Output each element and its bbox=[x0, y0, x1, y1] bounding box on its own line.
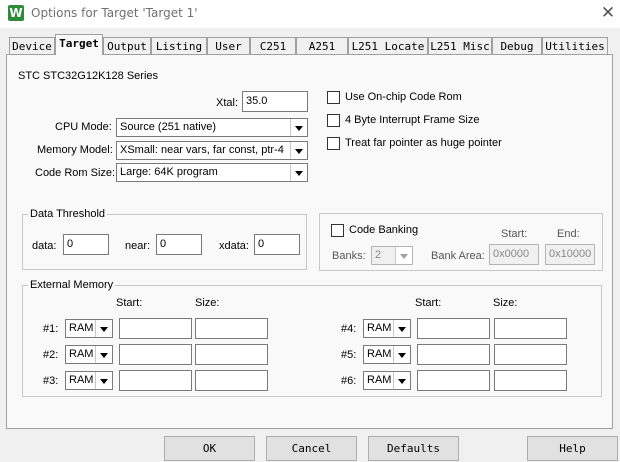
code-rom-value: Large: 64K program bbox=[120, 166, 218, 178]
code-banking-label: Code Banking bbox=[349, 224, 419, 236]
code-rom-select[interactable]: Large: 64K program bbox=[116, 163, 308, 182]
use-onchip-rom-label: Use On-chip Code Rom bbox=[345, 91, 462, 103]
ext-type-value: RAM bbox=[367, 374, 392, 386]
code-banking-checkbox[interactable] bbox=[331, 224, 344, 237]
memory-model-label: Memory Model: bbox=[37, 144, 113, 156]
ext-start-input[interactable] bbox=[119, 318, 192, 339]
chevron-down-icon[interactable] bbox=[393, 320, 410, 337]
chevron-down-icon[interactable] bbox=[290, 164, 307, 181]
code-rom-label: Code Rom Size: bbox=[35, 167, 116, 179]
ext-start-input[interactable] bbox=[417, 318, 490, 339]
tab-c251[interactable]: C251 bbox=[250, 37, 296, 54]
near-label: near: bbox=[125, 240, 151, 252]
tab-user[interactable]: User bbox=[207, 37, 250, 54]
ext-type-value: RAM bbox=[367, 322, 392, 334]
bank-area-label: Bank Area: bbox=[431, 250, 485, 262]
ext-size-header-left: Size: bbox=[195, 297, 220, 309]
chevron-down-icon[interactable] bbox=[393, 346, 410, 363]
ext-start-input[interactable] bbox=[417, 344, 490, 365]
cpu-mode-select[interactable]: Source (251 native) bbox=[116, 118, 308, 137]
data-threshold-title: Data Threshold bbox=[28, 208, 108, 220]
ext-start-input[interactable] bbox=[417, 370, 490, 391]
app-icon: W bbox=[8, 5, 24, 21]
ext-type-value: RAM bbox=[69, 348, 94, 360]
far-pointer-label: Treat far pointer as huge pointer bbox=[345, 137, 502, 149]
ext-type-select[interactable]: RAM bbox=[65, 319, 113, 338]
device-series: STC STC32G12K128 Series bbox=[18, 70, 159, 82]
external-memory-title: External Memory bbox=[28, 279, 116, 291]
tab-a251[interactable]: A251 bbox=[296, 37, 348, 54]
ext-row-label: #3: bbox=[43, 375, 59, 387]
ext-row-label: #1: bbox=[43, 323, 59, 335]
ext-size-input[interactable] bbox=[494, 370, 567, 391]
tab-l251-misc[interactable]: L251 Misc bbox=[428, 37, 492, 54]
bank-end-label: End: bbox=[557, 228, 580, 240]
ext-type-select[interactable]: RAM bbox=[363, 345, 411, 364]
defaults-button[interactable]: Defaults bbox=[368, 436, 459, 461]
ext-size-header-right: Size: bbox=[493, 297, 518, 309]
memory-model-select[interactable]: XSmall: near vars, far const, ptr-4 bbox=[116, 141, 308, 160]
ext-type-select[interactable]: RAM bbox=[363, 371, 411, 390]
ext-type-select[interactable]: RAM bbox=[363, 319, 411, 338]
xdata-input[interactable]: 0 bbox=[254, 234, 300, 255]
xdata-label: xdata: bbox=[219, 240, 249, 252]
xtal-input[interactable]: 35.0 bbox=[242, 91, 308, 112]
memory-model-value: XSmall: near vars, far const, ptr-4 bbox=[120, 144, 284, 156]
four-byte-irq-label: 4 Byte Interrupt Frame Size bbox=[345, 114, 480, 126]
data-input[interactable]: 0 bbox=[63, 234, 109, 255]
use-onchip-rom-checkbox[interactable] bbox=[327, 91, 340, 104]
far-pointer-checkbox[interactable] bbox=[327, 137, 340, 150]
close-icon[interactable]: ✕ bbox=[598, 2, 618, 24]
ext-type-value: RAM bbox=[69, 322, 94, 334]
cpu-mode-label: CPU Mode: bbox=[55, 121, 112, 133]
xtal-label: Xtal: bbox=[216, 97, 239, 109]
help-button[interactable]: Help bbox=[527, 436, 618, 461]
ext-start-header-right: Start: bbox=[415, 297, 442, 309]
ext-size-input[interactable] bbox=[195, 344, 268, 365]
bank-start-input[interactable]: 0x0000 bbox=[489, 244, 539, 265]
ext-type-value: RAM bbox=[69, 374, 94, 386]
ext-type-value: RAM bbox=[367, 348, 392, 360]
ext-row-label: #6: bbox=[341, 375, 357, 387]
ext-size-input[interactable] bbox=[494, 318, 567, 339]
near-input[interactable]: 0 bbox=[156, 234, 202, 255]
bank-start-label: Start: bbox=[501, 228, 528, 240]
ext-size-input[interactable] bbox=[195, 318, 268, 339]
ext-row-label: #2: bbox=[43, 349, 59, 361]
ext-start-header-left: Start: bbox=[116, 297, 143, 309]
banks-label: Banks: bbox=[332, 250, 366, 262]
window-title: Options for Target 'Target 1' bbox=[31, 6, 198, 20]
chevron-down-icon[interactable] bbox=[95, 346, 112, 363]
tab-listing[interactable]: Listing bbox=[151, 37, 207, 54]
ext-start-input[interactable] bbox=[119, 370, 192, 391]
tab-device[interactable]: Device bbox=[9, 37, 55, 54]
data-label: data: bbox=[32, 240, 57, 252]
cancel-button[interactable]: Cancel bbox=[266, 436, 357, 461]
ext-row-label: #4: bbox=[341, 323, 357, 335]
tab-target[interactable]: Target bbox=[55, 34, 103, 55]
tab-output[interactable]: Output bbox=[103, 37, 151, 54]
banks-value: 2 bbox=[375, 249, 382, 261]
ext-type-select[interactable]: RAM bbox=[65, 345, 113, 364]
four-byte-irq-checkbox[interactable] bbox=[327, 114, 340, 127]
chevron-down-icon[interactable] bbox=[393, 372, 410, 389]
tab-debug[interactable]: Debug bbox=[492, 37, 542, 54]
chevron-down-icon[interactable] bbox=[95, 320, 112, 337]
ext-start-input[interactable] bbox=[119, 344, 192, 365]
chevron-down-icon[interactable] bbox=[290, 119, 307, 136]
tab-l251-locate[interactable]: L251 Locate bbox=[348, 37, 428, 54]
ext-type-select[interactable]: RAM bbox=[65, 371, 113, 390]
bank-end-input[interactable]: 0x10000 bbox=[545, 244, 595, 265]
tab-utilities[interactable]: Utilities bbox=[542, 37, 608, 54]
ext-size-input[interactable] bbox=[195, 370, 268, 391]
ext-row-label: #5: bbox=[341, 349, 357, 361]
chevron-down-icon[interactable] bbox=[290, 142, 307, 159]
cpu-mode-value: Source (251 native) bbox=[120, 121, 216, 133]
ok-button[interactable]: OK bbox=[164, 436, 255, 461]
banks-select[interactable]: 2 bbox=[371, 246, 413, 265]
chevron-down-icon[interactable] bbox=[95, 372, 112, 389]
ext-size-input[interactable] bbox=[494, 344, 567, 365]
chevron-down-icon[interactable] bbox=[395, 247, 412, 264]
